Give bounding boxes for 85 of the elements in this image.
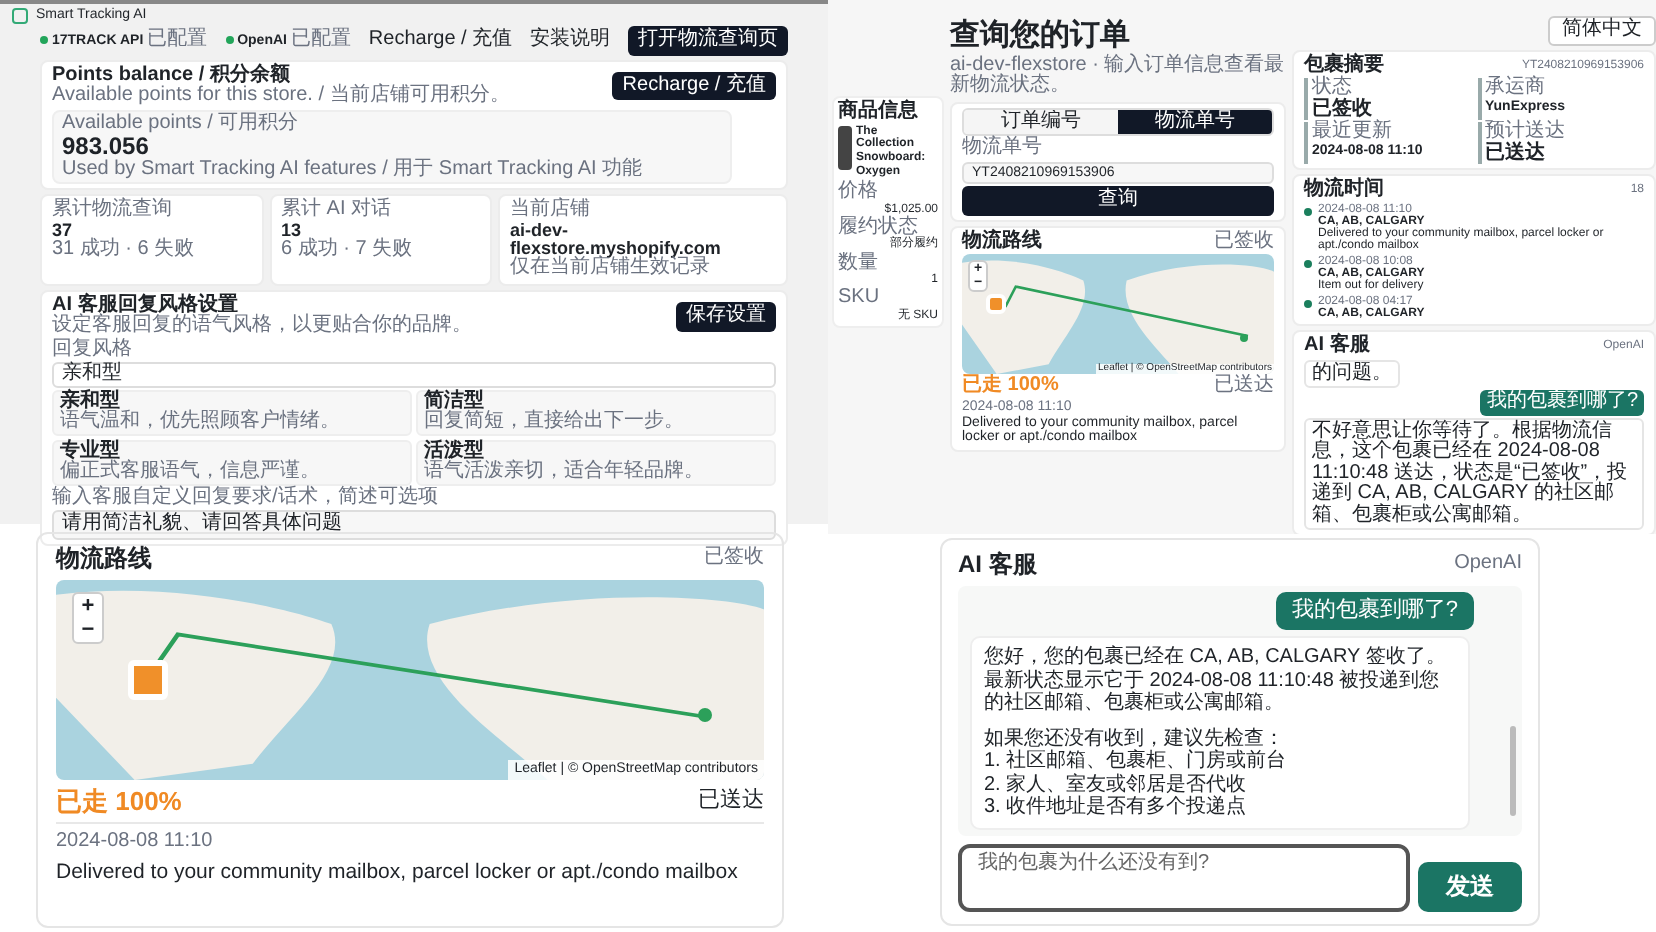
zoom-controls[interactable]: + − — [72, 591, 104, 644]
summary-value: 已签收 — [1312, 99, 1374, 119]
event-time: 2024-08-08 11:10 — [56, 832, 215, 854]
timeline-dot-icon — [1304, 299, 1312, 308]
stat-note: 仅在当前店铺生效记录 — [510, 258, 711, 280]
delivered-status: 已送达 — [698, 789, 764, 813]
field-label: 回复风格 — [52, 339, 134, 361]
delivery-status: 已签收 — [1214, 231, 1274, 253]
progress-text: 已走 100% — [56, 787, 182, 815]
search-tab[interactable]: 物流单号 — [1118, 109, 1272, 135]
style-desc: 偏正式客服语气，信息严谨。 — [60, 462, 322, 484]
open-tracking-button[interactable]: 打开物流查询页 — [627, 26, 788, 55]
timeline-dot-icon — [1304, 259, 1312, 268]
product-label: SKU — [838, 288, 882, 310]
style-select[interactable]: 亲和型 — [52, 362, 776, 388]
chat-message: 我的包裹到哪了? — [1275, 591, 1474, 631]
stat-note: 31 成功 · 6 失败 — [52, 240, 197, 262]
card-title: 包裹摘要 — [1304, 55, 1384, 75]
message-input[interactable]: 我的包裹为什么还没有到? — [958, 844, 1410, 912]
style-desc: 回复简短，直接给出下一步。 — [424, 412, 686, 434]
summary-label: 预计送达 — [1485, 122, 1567, 142]
card-title: AI 客服 — [958, 552, 1037, 578]
delivery-status: 已签收 — [704, 548, 764, 570]
custom-reply-field[interactable]: 请用简洁礼貌、请回答具体问题 — [52, 510, 776, 540]
card-title: 物流时间 — [1304, 180, 1384, 201]
style-name: 简洁型 — [424, 391, 485, 412]
card-title: AI 客服 — [1304, 336, 1370, 358]
summary-label: 最近更新 — [1312, 122, 1394, 143]
stat-label: 累计物流查询 — [52, 200, 174, 222]
product-label: 数量 — [838, 253, 880, 275]
app-icon — [12, 8, 28, 24]
points-value: 983.056 — [62, 134, 149, 160]
service-status: 已配置 — [147, 30, 208, 51]
points-note: Used by Smart Tracking AI features / 用于 Smart Tracking AI 功能 — [62, 159, 645, 181]
chat-message: 的问题。 — [1304, 359, 1400, 389]
stat-value: 13 — [281, 221, 302, 240]
send-button[interactable]: 发送 — [1418, 862, 1522, 912]
search-tab[interactable]: 订单编号 — [964, 109, 1118, 135]
search-button[interactable]: 查询 — [962, 186, 1274, 216]
nav-link[interactable]: 安装说明 — [530, 30, 611, 51]
summary-label: 状态 — [1312, 78, 1352, 98]
ai-provider: OpenAI — [1454, 554, 1522, 576]
card-title: 物流路线 — [56, 546, 152, 572]
card-subtitle: 设定客服回复的语气风格，以更贴合你的品牌。 — [52, 316, 472, 337]
event-description: Delivered to your community mailbox, parcel locker or apt./condo mailbox — [56, 861, 740, 884]
destination-dot-icon — [1240, 334, 1248, 343]
stat-note: 6 成功 · 7 失败 — [281, 240, 415, 262]
service-status: 已配置 — [290, 30, 351, 51]
card-title: Points balance / 积分余额 — [52, 65, 292, 85]
field-label: 物流单号 — [962, 138, 1044, 160]
card-title: 商品信息 — [838, 102, 920, 123]
style-desc: 语气活泼亲切，适合年轻品牌。 — [424, 462, 706, 484]
package-marker-icon — [128, 659, 168, 700]
product-thumbnail — [838, 125, 852, 169]
recharge-button[interactable]: Recharge / 充值 — [612, 71, 776, 101]
style-desc: 语气温和，优先照顾客户情绪。 — [60, 412, 342, 434]
page-subtitle: ai-dev-flexstore · 输入订单信息查看最新物流状态。 — [950, 55, 1286, 98]
chat-message: 不好意思让你等待了。根据物流信息，这个包裹已经在 2024-08-08 11:10:48 送达，状态是“已签收”，投递到 CA, AB, CALGARY 的社区邮箱、包裹柜或公寓邮箱。 — [1304, 417, 1644, 531]
save-button[interactable]: 保存设置 — [676, 302, 776, 332]
product-label: 价格 — [838, 182, 878, 204]
product-label: 履约状态 — [838, 217, 918, 238]
points-label: Available points / 可用积分 — [62, 113, 301, 134]
stat-value: ai-dev-flexstore.myshopify.com — [510, 221, 723, 259]
summary-label: 承运商 — [1485, 78, 1547, 99]
language-select[interactable]: 简体中文 — [1548, 16, 1656, 45]
chat-message: 我的包裹到哪了? — [1480, 390, 1644, 416]
style-name: 亲和型 — [60, 391, 120, 412]
field-label: 输入客服自定义回复要求/话术，简述可选项 — [52, 487, 440, 509]
stat-value: 37 — [52, 221, 75, 240]
summary-value: 已送达 — [1485, 143, 1547, 164]
package-marker-icon — [986, 294, 1006, 315]
style-name: 活泼型 — [424, 441, 484, 462]
style-name: 专业型 — [60, 441, 121, 462]
page-title: 查询您的订单 — [950, 20, 1132, 52]
card-subtitle: Available points for this store. / 当前店铺可用积分。 — [52, 86, 510, 107]
stat-label: 当前店铺 — [510, 200, 593, 222]
chat-message: 您好，您的包裹已经在 CA, AB, CALGARY 签收了。最新状态显示它于 2024-08-08 11:10:48 被投递到您的社区邮箱、包裹柜或公寓邮箱。 如果您还没有收到，建议先检查： 1. 社区邮箱、包裹柜、门房或前台 2. 家人、室友或邻居是否代收 3. 收件地址是否有多个投递点 — [970, 636, 1470, 830]
timeline-dot-icon — [1304, 207, 1312, 215]
progress-text: 已走 100% — [962, 376, 1059, 398]
delivered-status: 已送达 — [1214, 376, 1274, 398]
scrollbar[interactable] — [1510, 725, 1516, 816]
nav-link[interactable]: Recharge / 充值 — [368, 30, 513, 51]
card-title: AI 客服回复风格设置 — [52, 295, 238, 316]
card-title: 物流路线 — [962, 231, 1042, 253]
stat-label: 累计 AI 对话 — [281, 200, 394, 222]
